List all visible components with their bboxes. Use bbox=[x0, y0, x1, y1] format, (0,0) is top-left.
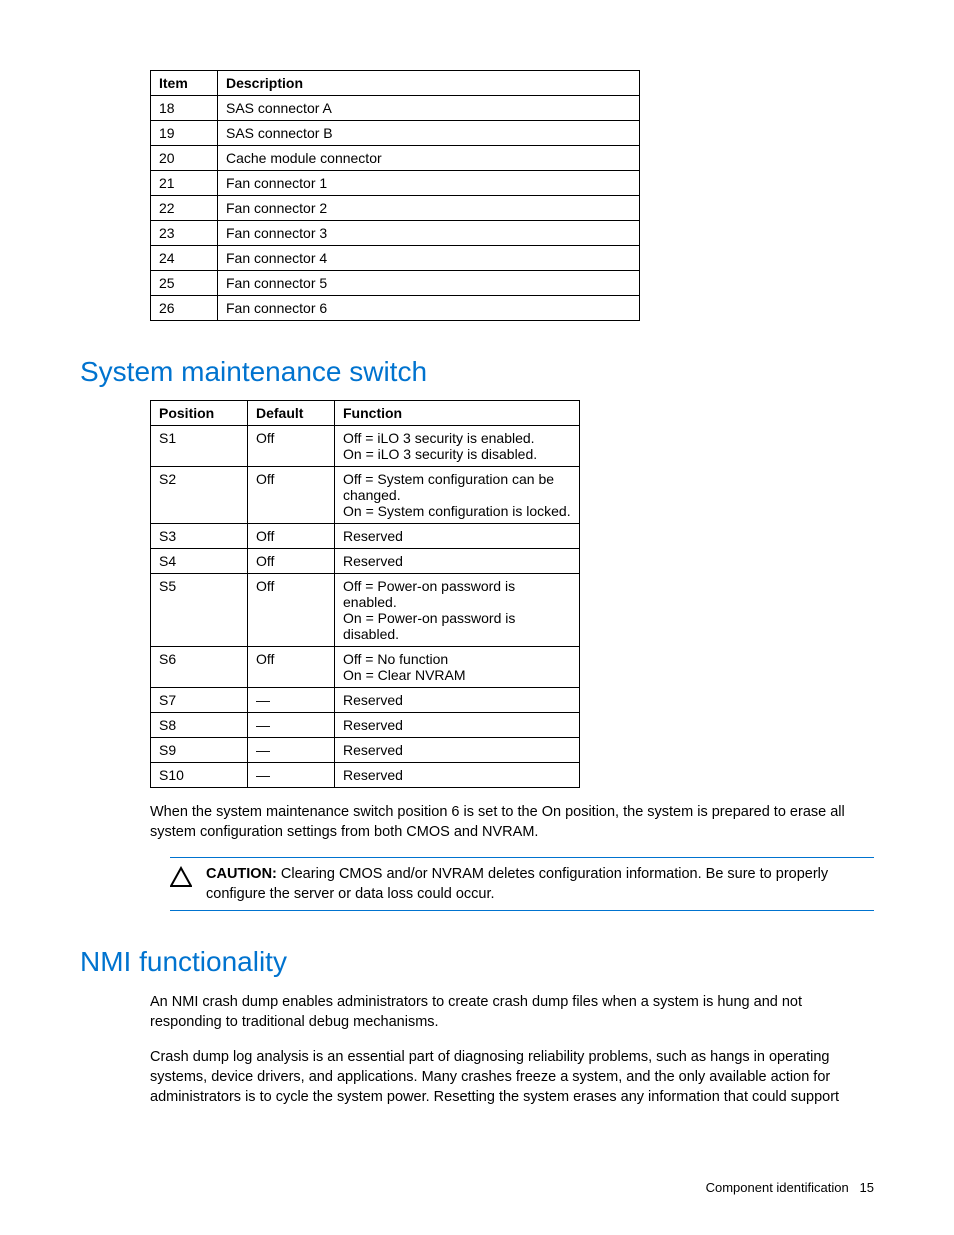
table-row: 19SAS connector B bbox=[151, 121, 640, 146]
cell-item: 26 bbox=[151, 296, 218, 321]
cell-item: 18 bbox=[151, 96, 218, 121]
cell-function: Reserved bbox=[335, 524, 580, 549]
cell-function: Reserved bbox=[335, 688, 580, 713]
table-header: Description bbox=[218, 71, 640, 96]
table-row: S2OffOff = System configuration can be c… bbox=[151, 467, 580, 524]
caution-label: CAUTION: bbox=[206, 866, 277, 882]
table-row: S8—Reserved bbox=[151, 713, 580, 738]
cell-default: Off bbox=[248, 647, 335, 688]
cell-item: 25 bbox=[151, 271, 218, 296]
paragraph: Crash dump log analysis is an essential … bbox=[150, 1047, 874, 1108]
table-row: 22Fan connector 2 bbox=[151, 196, 640, 221]
maintenance-switch-table: Position Default Function S1OffOff = iLO… bbox=[150, 400, 580, 788]
cell-position: S4 bbox=[151, 549, 248, 574]
cell-function: Off = System configuration can be change… bbox=[335, 467, 580, 524]
cell-description: SAS connector B bbox=[218, 121, 640, 146]
cell-function: Off = Power-on password is enabled. On =… bbox=[335, 574, 580, 647]
cell-default: — bbox=[248, 738, 335, 763]
cell-description: Fan connector 3 bbox=[218, 221, 640, 246]
cell-item: 23 bbox=[151, 221, 218, 246]
cell-default: Off bbox=[248, 524, 335, 549]
cell-default: Off bbox=[248, 426, 335, 467]
cell-item: 22 bbox=[151, 196, 218, 221]
cell-position: S2 bbox=[151, 467, 248, 524]
table-row: S3OffReserved bbox=[151, 524, 580, 549]
table-row: S7—Reserved bbox=[151, 688, 580, 713]
cell-function: Reserved bbox=[335, 713, 580, 738]
table-row: 20Cache module connector bbox=[151, 146, 640, 171]
document-page: Item Description 18SAS connector A19SAS … bbox=[0, 0, 954, 1235]
cell-position: S9 bbox=[151, 738, 248, 763]
table-row: S10—Reserved bbox=[151, 763, 580, 788]
cell-default: — bbox=[248, 688, 335, 713]
caution-icon bbox=[170, 866, 192, 892]
caution-body: Clearing CMOS and/or NVRAM deletes confi… bbox=[206, 866, 828, 902]
paragraph: An NMI crash dump enables administrators… bbox=[150, 992, 874, 1033]
cell-default: — bbox=[248, 763, 335, 788]
cell-description: Fan connector 6 bbox=[218, 296, 640, 321]
cell-position: S6 bbox=[151, 647, 248, 688]
cell-function: Reserved bbox=[335, 763, 580, 788]
cell-position: S7 bbox=[151, 688, 248, 713]
paragraph: When the system maintenance switch posit… bbox=[150, 802, 874, 843]
table-header: Position bbox=[151, 401, 248, 426]
cell-default: Off bbox=[248, 467, 335, 524]
cell-item: 21 bbox=[151, 171, 218, 196]
table-row: 18SAS connector A bbox=[151, 96, 640, 121]
table-row: S1OffOff = iLO 3 security is enabled. On… bbox=[151, 426, 580, 467]
cell-function: Reserved bbox=[335, 549, 580, 574]
page-footer: Component identification 15 bbox=[706, 1180, 874, 1195]
cell-description: Fan connector 5 bbox=[218, 271, 640, 296]
cell-description: Fan connector 4 bbox=[218, 246, 640, 271]
cell-position: S10 bbox=[151, 763, 248, 788]
table-row: 25Fan connector 5 bbox=[151, 271, 640, 296]
table-row: S4OffReserved bbox=[151, 549, 580, 574]
table-header: Item bbox=[151, 71, 218, 96]
caution-text: CAUTION: Clearing CMOS and/or NVRAM dele… bbox=[206, 864, 874, 905]
page-number: 15 bbox=[860, 1180, 874, 1195]
cell-description: Cache module connector bbox=[218, 146, 640, 171]
table-row: S5OffOff = Power-on password is enabled.… bbox=[151, 574, 580, 647]
item-description-table: Item Description 18SAS connector A19SAS … bbox=[150, 70, 640, 321]
cell-function: Reserved bbox=[335, 738, 580, 763]
cell-default: Off bbox=[248, 574, 335, 647]
table-row: 21Fan connector 1 bbox=[151, 171, 640, 196]
cell-function: Off = No function On = Clear NVRAM bbox=[335, 647, 580, 688]
heading-system-maintenance-switch: System maintenance switch bbox=[80, 356, 874, 388]
cell-default: Off bbox=[248, 549, 335, 574]
cell-position: S8 bbox=[151, 713, 248, 738]
table-row: S6OffOff = No function On = Clear NVRAM bbox=[151, 647, 580, 688]
cell-position: S5 bbox=[151, 574, 248, 647]
footer-text: Component identification bbox=[706, 1180, 849, 1195]
heading-nmi-functionality: NMI functionality bbox=[80, 946, 874, 978]
cell-description: Fan connector 1 bbox=[218, 171, 640, 196]
table-row: 24Fan connector 4 bbox=[151, 246, 640, 271]
cell-position: S1 bbox=[151, 426, 248, 467]
cell-item: 20 bbox=[151, 146, 218, 171]
caution-box: CAUTION: Clearing CMOS and/or NVRAM dele… bbox=[170, 857, 874, 912]
cell-item: 19 bbox=[151, 121, 218, 146]
table-row: 23Fan connector 3 bbox=[151, 221, 640, 246]
cell-description: Fan connector 2 bbox=[218, 196, 640, 221]
cell-position: S3 bbox=[151, 524, 248, 549]
cell-item: 24 bbox=[151, 246, 218, 271]
cell-default: — bbox=[248, 713, 335, 738]
table-header: Default bbox=[248, 401, 335, 426]
cell-description: SAS connector A bbox=[218, 96, 640, 121]
table-header: Function bbox=[335, 401, 580, 426]
cell-function: Off = iLO 3 security is enabled. On = iL… bbox=[335, 426, 580, 467]
table-row: 26Fan connector 6 bbox=[151, 296, 640, 321]
table-row: S9—Reserved bbox=[151, 738, 580, 763]
